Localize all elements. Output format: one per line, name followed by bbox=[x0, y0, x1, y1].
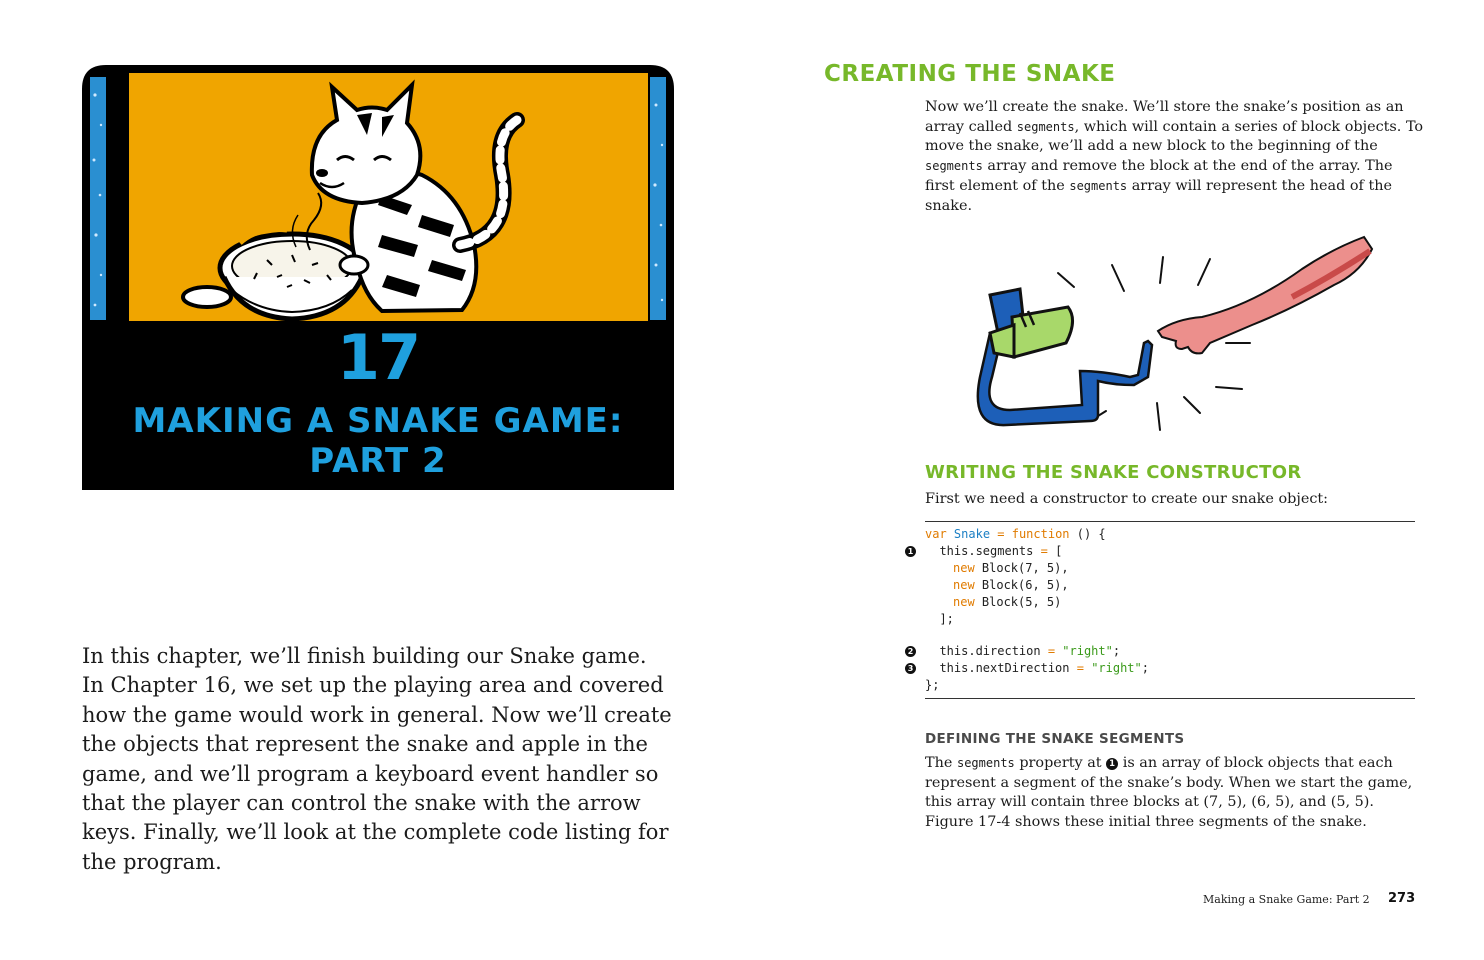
code-keyword: new bbox=[953, 595, 975, 609]
code-identifier: Snake bbox=[953, 527, 991, 541]
text-run: property at bbox=[1014, 755, 1107, 771]
creating-snake-paragraph: Now we’ll create the snake. We’ll store … bbox=[925, 98, 1425, 216]
code-text: this.nextDirection bbox=[925, 661, 1070, 675]
code-keyword: new bbox=[953, 561, 975, 575]
page-number: 273 bbox=[1388, 891, 1416, 906]
constructor-intro-paragraph: First we need a constructor to create ou… bbox=[925, 491, 1329, 507]
snake-hand-illustration bbox=[976, 235, 1374, 431]
inline-code: segments bbox=[1069, 178, 1128, 193]
code-line: 2 this.direction = "right"; bbox=[905, 643, 1121, 660]
inline-code: segments bbox=[956, 756, 1015, 770]
chapter-opener-art: 17 MAKING A SNAKE GAME: PART 2 bbox=[82, 65, 674, 490]
left-page: 17 MAKING A SNAKE GAME: PART 2 In this c… bbox=[0, 0, 742, 960]
subsubsection-heading: DEFINING THE SNAKE SEGMENTS bbox=[925, 731, 1185, 747]
code-operator: = bbox=[1040, 644, 1063, 658]
code-line: new Block(7, 5), bbox=[953, 560, 1069, 577]
chapter-title-line-1: MAKING A SNAKE GAME: bbox=[132, 401, 624, 441]
inline-code: segments bbox=[1016, 119, 1075, 134]
section-heading: CREATING THE SNAKE bbox=[824, 61, 1116, 87]
code-listing: var Snake = function () { 1 this.segment… bbox=[905, 521, 1415, 699]
subsection-heading: WRITING THE SNAKE CONSTRUCTOR bbox=[925, 462, 1302, 483]
code-text: this.segments bbox=[925, 544, 1034, 558]
code-text: ; bbox=[1112, 644, 1121, 658]
segments-paragraph: The segments property at 1 is an array o… bbox=[925, 754, 1425, 833]
callout-marker-inline: 1 bbox=[1106, 758, 1119, 770]
code-text: [ bbox=[1055, 544, 1063, 558]
code-operator: = bbox=[1033, 544, 1056, 558]
code-string: "right" bbox=[1091, 661, 1142, 675]
code-text: Block(5, 5) bbox=[974, 595, 1062, 609]
chapter-intro-paragraph: In this chapter, we’ll finish building o… bbox=[82, 644, 672, 874]
code-operator: = bbox=[990, 527, 1012, 541]
inline-code: segments bbox=[925, 159, 983, 174]
code-line: }; bbox=[925, 677, 939, 694]
code-keyword: var bbox=[925, 527, 947, 541]
callout-marker-2: 2 bbox=[905, 646, 916, 657]
code-line: new Block(6, 5), bbox=[953, 577, 1069, 594]
code-keyword: new bbox=[953, 578, 975, 592]
code-string: "right" bbox=[1062, 644, 1113, 658]
code-text: this.direction bbox=[925, 644, 1041, 658]
code-text: ; bbox=[1141, 661, 1149, 675]
chapter-number: 17 bbox=[336, 321, 421, 394]
text-run: The bbox=[925, 755, 957, 771]
chapter-title: MAKING A SNAKE GAME: PART 2 bbox=[82, 401, 674, 481]
chapter-title-line-2: PART 2 bbox=[309, 441, 447, 481]
right-page: CREATING THE SNAKE Now we’ll create the … bbox=[742, 0, 1484, 960]
code-line: 3 this.nextDirection = "right"; bbox=[905, 660, 1149, 677]
code-line: 1 this.segments = [ bbox=[905, 543, 1063, 560]
running-footer-title: Making a Snake Game: Part 2 bbox=[1203, 893, 1370, 906]
code-text: Block(6, 5), bbox=[974, 578, 1069, 592]
code-line: var Snake = function () { bbox=[925, 526, 1106, 543]
code-text: ]; bbox=[925, 612, 954, 626]
callout-marker-3: 3 bbox=[905, 663, 916, 674]
callout-marker-1: 1 bbox=[905, 546, 916, 557]
code-text: }; bbox=[925, 678, 940, 692]
code-text: () { bbox=[1069, 527, 1106, 541]
code-operator: = bbox=[1069, 661, 1092, 675]
code-keyword: function bbox=[1011, 527, 1070, 541]
code-line: ]; bbox=[925, 611, 954, 628]
code-text: Block(7, 5), bbox=[974, 561, 1069, 575]
code-line: new Block(5, 5) bbox=[953, 594, 1061, 611]
